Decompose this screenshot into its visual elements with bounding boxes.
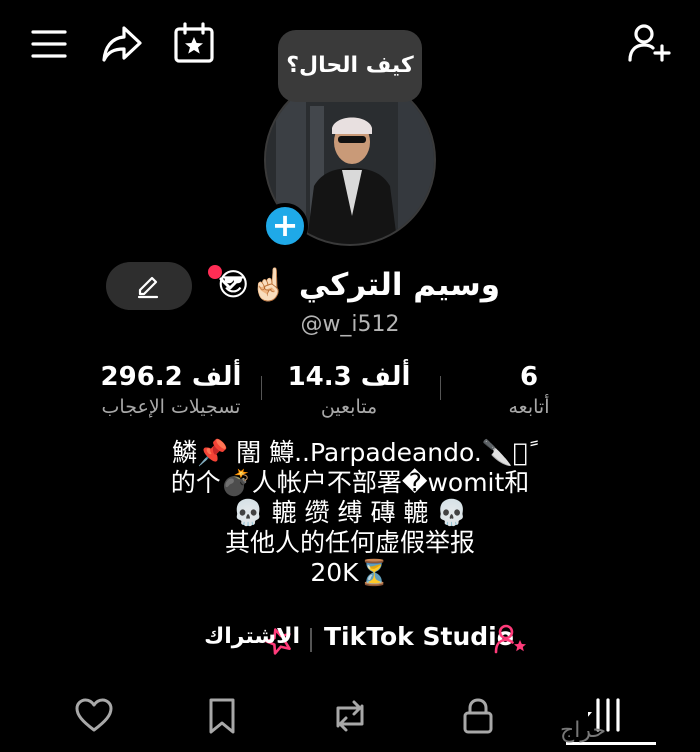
bio-line: 的个💣人帐户不部署�womit和	[170, 468, 530, 497]
status-bubble: كيف الحال؟	[278, 30, 422, 102]
bio-line: 其他人的任何虚假举报	[224, 528, 475, 557]
reposts-tab[interactable]	[330, 696, 370, 736]
favorites-tab[interactable]	[202, 696, 242, 736]
pencil-icon	[137, 276, 159, 299]
stat-following-value: 6	[519, 362, 539, 392]
watermark: حراج	[560, 718, 607, 743]
stat-followers[interactable]: 14.3 ألف متابعين	[264, 362, 434, 418]
share-arrow-icon[interactable]	[100, 24, 144, 64]
heart-icon	[75, 698, 113, 732]
bio-line: 💀 轆 缵 缚 磚 轆 💀	[232, 498, 468, 527]
private-tab[interactable]	[458, 696, 498, 736]
stat-divider	[261, 376, 262, 400]
username-handle: @w_i512	[300, 312, 400, 337]
calendar-star-icon[interactable]	[172, 22, 216, 64]
stat-likes-value: 296.2 ألف	[100, 362, 242, 392]
stat-followers-label: متابعين	[320, 396, 378, 418]
add-story-button[interactable]: +	[262, 203, 308, 249]
bookmark-icon	[209, 698, 235, 734]
user-star-icon[interactable]	[494, 624, 528, 654]
add-user-icon[interactable]	[626, 22, 672, 64]
hamburger-menu-icon[interactable]	[30, 26, 68, 62]
stat-likes: 296.2 ألف تسجيلات الإعجاب	[86, 362, 256, 418]
display-name: وسيم التركي ☝🏻😎	[217, 267, 500, 303]
bio-line: 鱗📌 闇 鱒..Parpadeando.🔪鱗ً	[172, 438, 528, 467]
stat-following[interactable]: 6 أتابعه	[444, 362, 614, 418]
stat-likes-label: تسجيلات الإعجاب	[101, 396, 241, 418]
lock-icon	[463, 698, 493, 734]
stat-divider	[440, 376, 441, 400]
edit-profile-button[interactable]	[106, 262, 192, 310]
subscribe-link[interactable]: الاشتراك	[170, 624, 300, 649]
repost-icon	[336, 700, 364, 732]
liked-tab[interactable]	[74, 696, 114, 736]
stat-followers-value: 14.3 ألف	[287, 362, 411, 392]
bio-line: 20K⏳	[310, 558, 390, 587]
profile-bio: 鱗📌 闇 鱒..Parpadeando.🔪鱗ً 的个💣人帐户不部署�womit和…	[120, 438, 580, 588]
links-separator	[310, 628, 312, 652]
stat-following-label: أتابعه	[508, 396, 550, 418]
tiktok-studio-link[interactable]: TikTok Studio	[324, 622, 514, 651]
